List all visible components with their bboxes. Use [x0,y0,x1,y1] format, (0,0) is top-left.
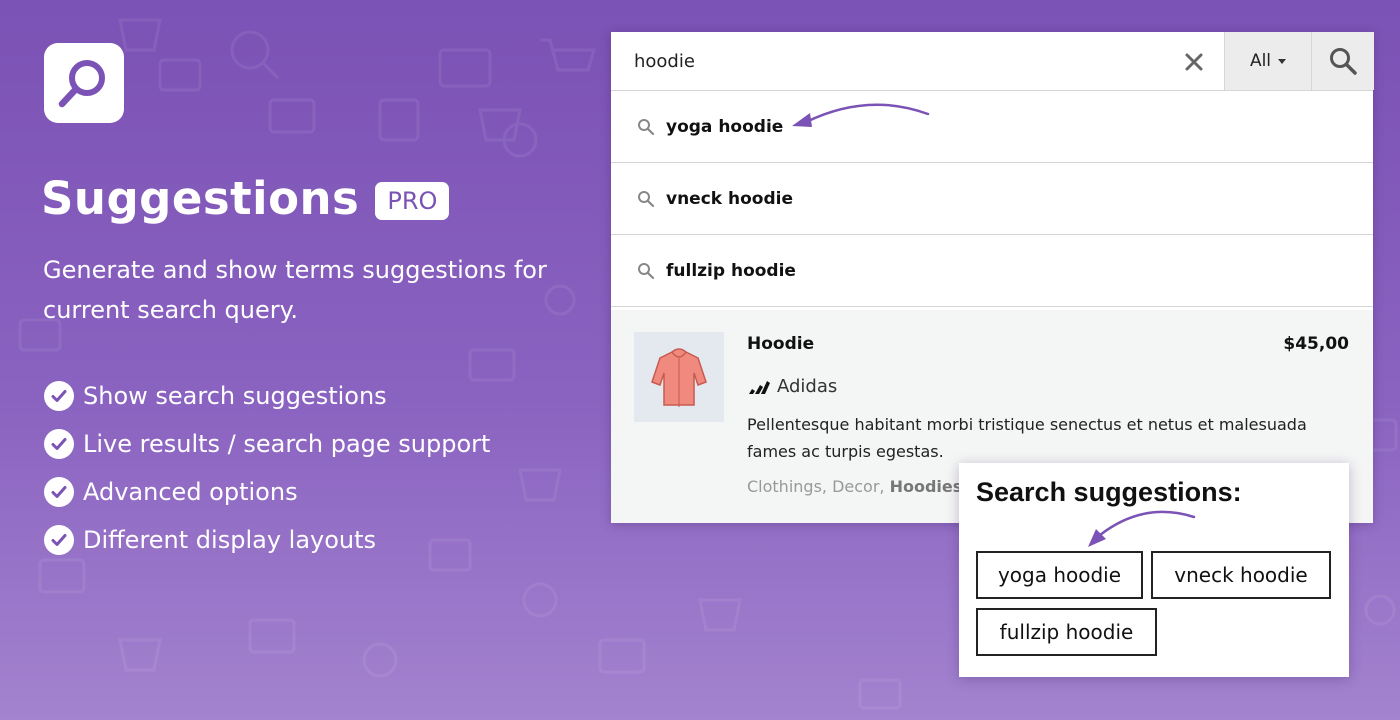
hoodie-image [651,348,707,407]
search-icon [1330,48,1357,75]
categories-text: Clothings, Decor, [747,477,890,496]
feature-item: Advanced options [44,468,490,516]
category-select-value: All [1249,51,1272,71]
pro-badge: PRO [375,181,450,220]
check-icon [44,477,74,507]
product-categories: Clothings, Decor, Hoodies [747,477,962,496]
check-icon [44,429,74,459]
feature-item: Show search suggestions [44,372,490,420]
live-search-panel: All yoga hoodie vneck hoodie fullzip hoo… [611,32,1374,523]
search-logo-icon [58,60,105,108]
adidas-logo-icon [749,380,770,394]
categories-highlight: Hoodies [889,477,963,496]
search-icon [638,190,655,207]
product-price: $45,00 [1283,334,1349,354]
product-thumbnail[interactable] [634,332,724,422]
feature-item: Live results / search page support [44,420,490,468]
product-brand: Adidas [747,376,837,397]
brand-name: Adidas [777,376,838,397]
search-icon [638,118,655,135]
feature-label: Show search suggestions [83,382,387,410]
feature-label: Advanced options [83,478,298,506]
hero-title-row: Suggestions PRO [41,172,450,225]
suggestion-label: yoga hoodie [666,116,784,137]
suggestion-chip[interactable]: yoga hoodie [976,551,1143,599]
feature-list: Show search suggestions Live results / s… [44,372,490,564]
product-description: Pellentesque habitant morbi tristique se… [747,415,1307,461]
suggestion-chip[interactable]: vneck hoodie [1151,551,1331,599]
suggestion-item[interactable]: yoga hoodie [611,91,1373,163]
product-name[interactable]: Hoodie [747,334,814,354]
feature-label: Live results / search page support [83,430,491,458]
search-bar: All [611,32,1374,91]
feature-item: Different display layouts [44,516,490,564]
hero-title: Suggestions [41,172,360,225]
suggestion-chip[interactable]: fullzip hoodie [976,608,1157,656]
widget-title: Search suggestions: [976,477,1242,507]
category-select[interactable]: All [1224,32,1311,90]
caret-down-icon [1278,58,1287,64]
search-input[interactable] [611,32,1221,90]
clear-icon[interactable] [1183,51,1205,73]
search-button[interactable] [1311,32,1374,90]
suggestion-item[interactable]: fullzip hoodie [611,235,1373,307]
search-icon [638,262,655,279]
suggestion-label: vneck hoodie [666,188,794,209]
check-icon [44,525,74,555]
suggestion-label: fullzip hoodie [666,260,796,281]
suggestions-widget: Search suggestions: yoga hoodie vneck ho… [959,463,1349,677]
hero-subtitle: Generate and show terms suggestions for … [43,256,547,324]
check-icon [44,381,74,411]
feature-label: Different display layouts [83,526,377,554]
suggestion-item[interactable]: vneck hoodie [611,163,1373,235]
app-logo [44,43,124,123]
